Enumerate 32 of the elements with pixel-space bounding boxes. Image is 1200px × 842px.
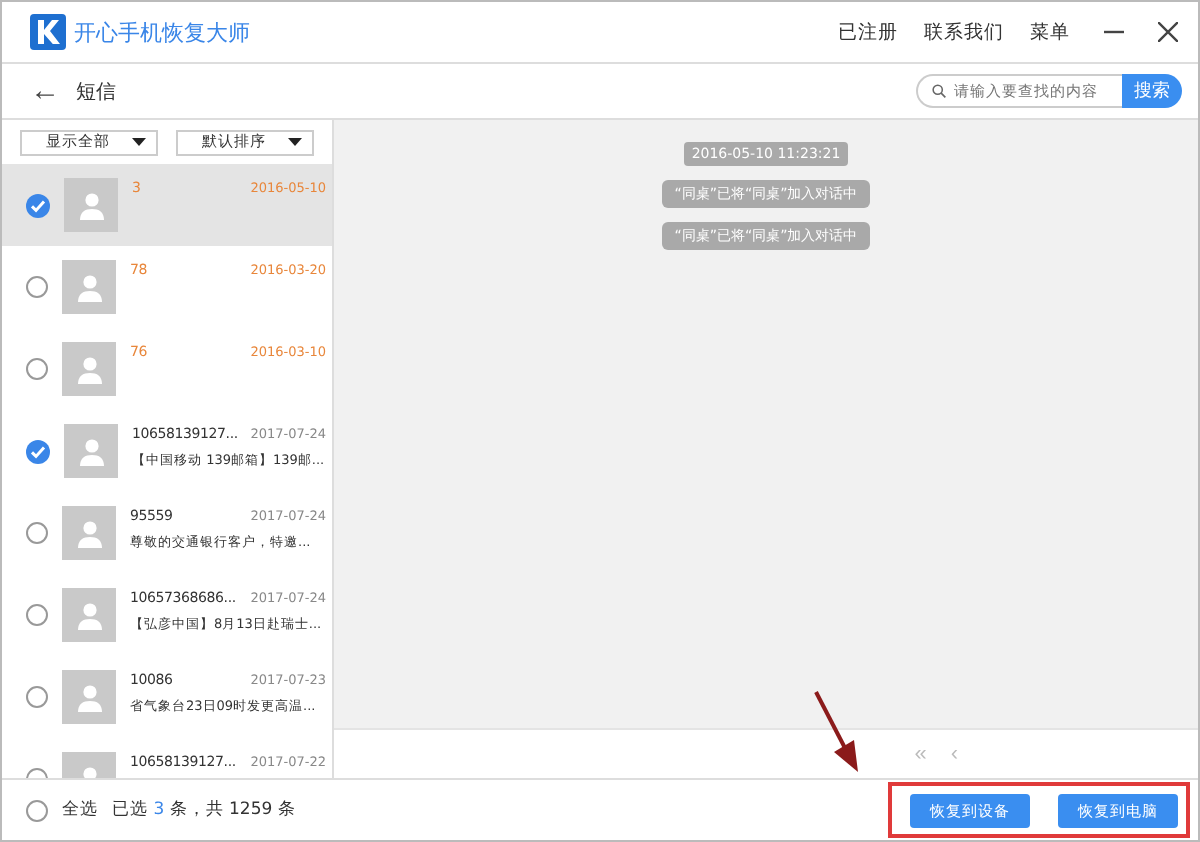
checkbox[interactable]: [26, 522, 48, 544]
avatar: [62, 588, 116, 642]
avatar: [64, 424, 118, 478]
app-title: 开心手机恢复大师: [74, 17, 250, 47]
minimize-button[interactable]: [1104, 30, 1124, 34]
checkbox[interactable]: [26, 276, 48, 298]
annotation-arrow: [814, 690, 862, 774]
menu-link[interactable]: 联系我们: [924, 19, 1004, 45]
checkbox[interactable]: [26, 193, 50, 217]
caret-icon: [288, 138, 302, 146]
back-button[interactable]: ←: [30, 74, 60, 108]
minimize-icon: [1104, 30, 1124, 34]
logo-icon: [30, 14, 66, 50]
checkbox[interactable]: [26, 604, 48, 626]
checkbox[interactable]: [26, 686, 48, 708]
avatar: [62, 260, 116, 314]
close-icon: [1158, 22, 1178, 42]
menu-link[interactable]: 已注册: [838, 19, 898, 45]
select-all-label[interactable]: 全选: [62, 798, 98, 822]
avatar: [62, 342, 116, 396]
search-icon: [932, 80, 946, 102]
checkbox[interactable]: [26, 439, 50, 463]
page-title: 短信: [76, 79, 116, 105]
select-all-checkbox[interactable]: [26, 799, 48, 821]
checkbox[interactable]: [26, 358, 48, 380]
avatar: [62, 506, 116, 560]
caret-icon: [132, 138, 146, 146]
close-button[interactable]: [1158, 22, 1178, 42]
selection-summary: 已选 3 条，共 1259 条: [112, 798, 296, 822]
avatar: [62, 670, 116, 724]
avatar: [64, 178, 118, 232]
menu-link[interactable]: 菜单: [1030, 19, 1070, 45]
